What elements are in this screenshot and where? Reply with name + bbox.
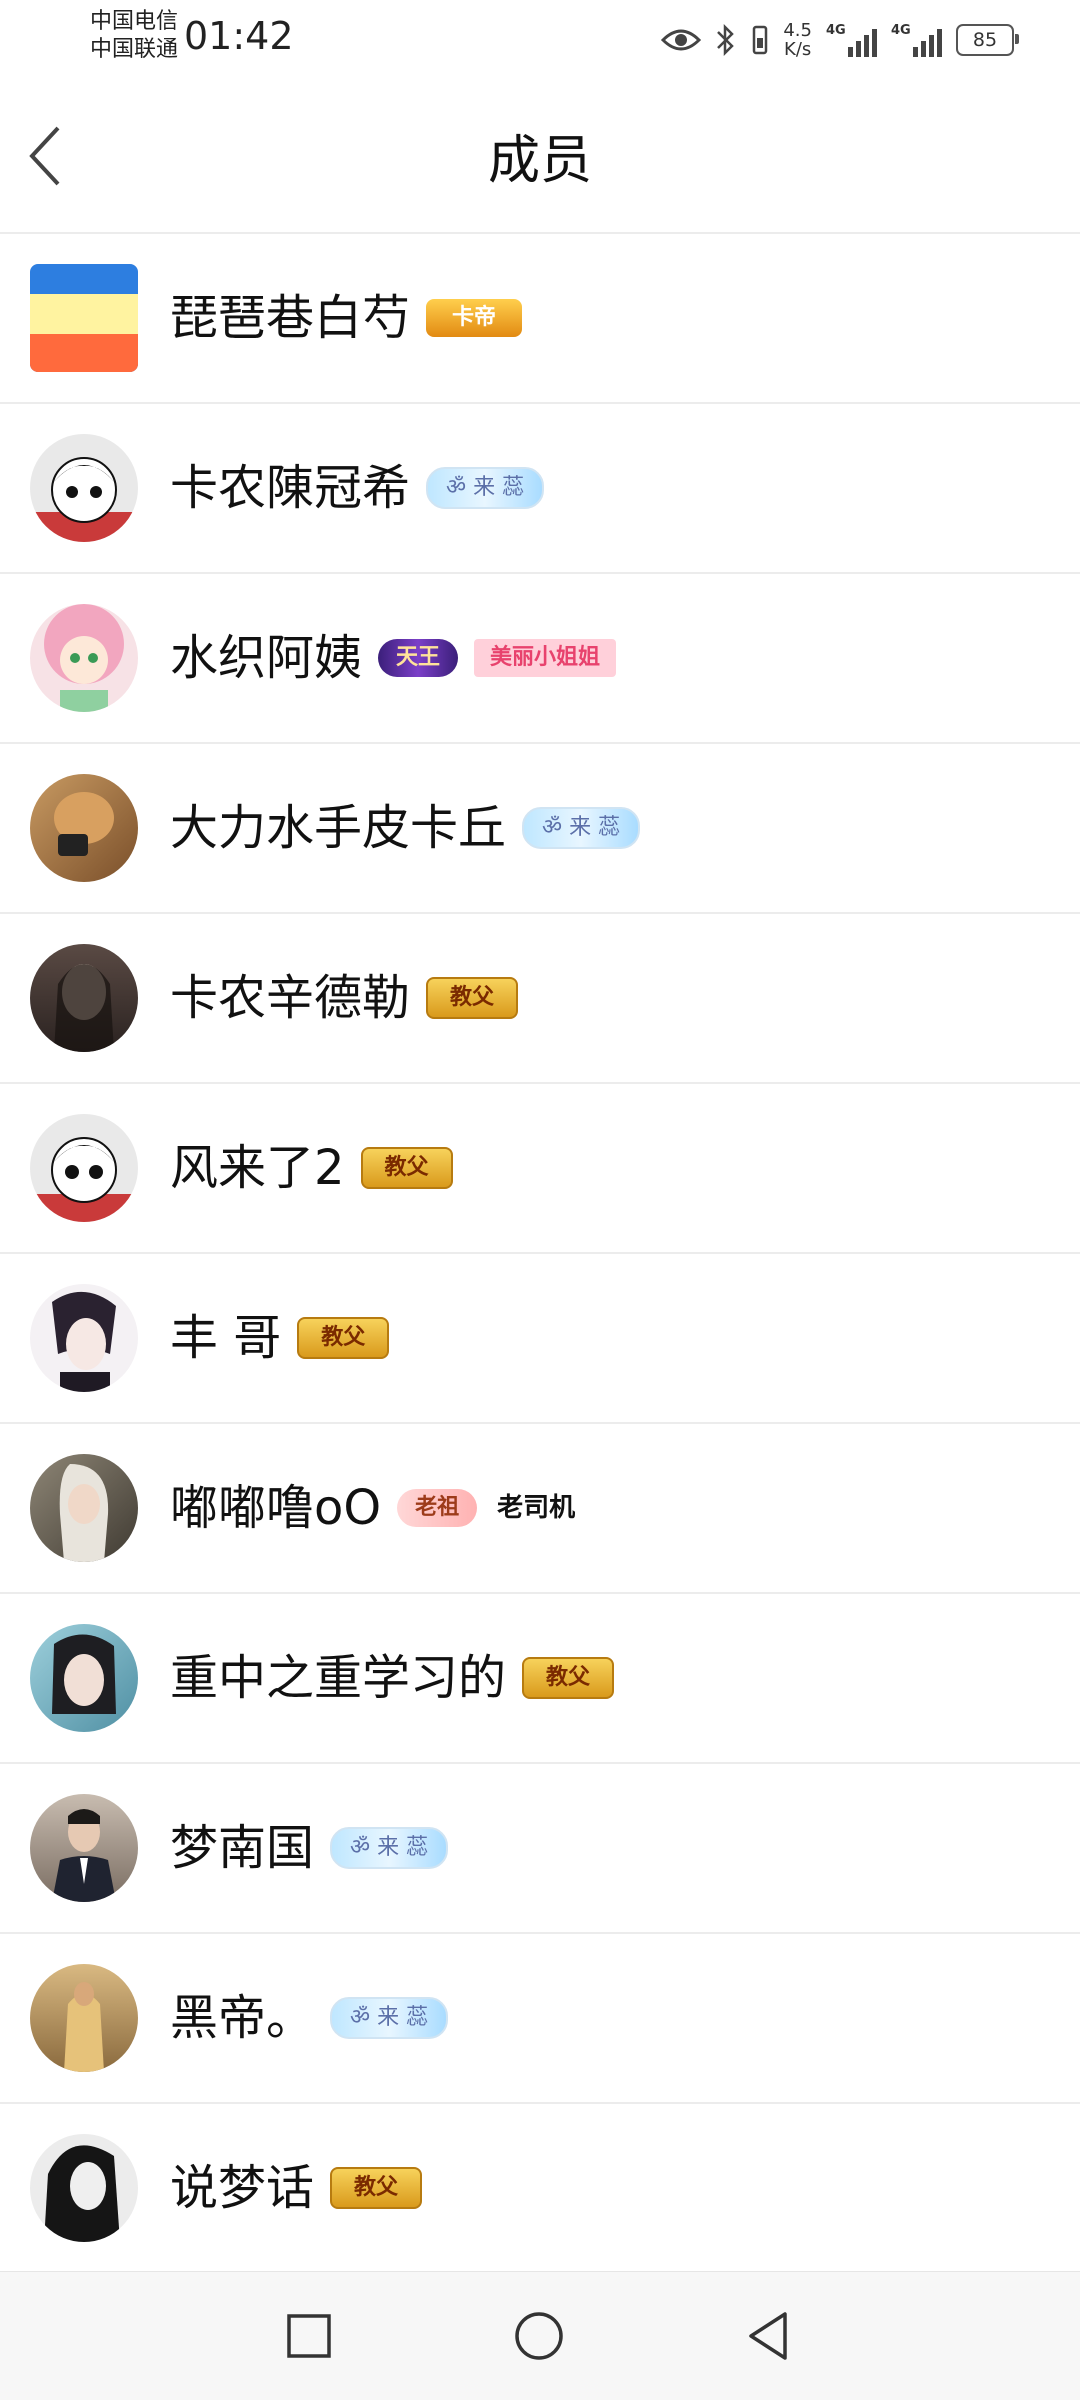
member-badge: ॐ 来 蕊 (522, 807, 641, 849)
member-name: 卡农辛德勒 (170, 970, 411, 1026)
clock: 01:42 (184, 14, 294, 58)
member-name: 梦南国 (170, 1820, 315, 1876)
member-row[interactable]: 大力水手皮卡丘 ॐ 来 蕊 (0, 744, 1080, 914)
member-name: 丰 哥 (170, 1310, 282, 1366)
carrier-1: 中国电信 (90, 9, 179, 34)
member-row[interactable]: 重中之重学习的 教父 (0, 1594, 1080, 1764)
carrier-2: 中国联通 (90, 37, 179, 62)
avatar (30, 774, 138, 882)
signal-1-label: 4G (826, 23, 846, 38)
member-name: 卡农陳冠希 (170, 460, 411, 516)
avatar (30, 1114, 138, 1222)
home-circle-icon[interactable] (509, 2306, 569, 2366)
bluetooth-icon (717, 23, 735, 57)
member-badge: 老司机 (497, 1493, 576, 1523)
member-row[interactable]: 琵琶巷白芍 卡帝 (0, 234, 1080, 404)
avatar (30, 264, 138, 372)
member-badge: 天王 (378, 639, 459, 677)
avatar (30, 1964, 138, 2072)
member-badge: 教父 (426, 977, 519, 1019)
avatar (30, 1454, 138, 1562)
avatar (30, 2134, 138, 2242)
member-badge: 老祖 (397, 1489, 478, 1527)
member-row[interactable]: 丰 哥 教父 (0, 1254, 1080, 1424)
status-icons: 4.5 K/s 4G 4G 85 (661, 12, 1019, 68)
avatar (30, 944, 138, 1052)
member-row[interactable]: 风来了2 教父 (0, 1084, 1080, 1254)
system-navigation-bar (0, 2271, 1080, 2400)
member-name: 琵琶巷白芍 (170, 290, 411, 346)
carrier-info: 中国电信 中国联通 (90, 8, 178, 64)
recent-apps-square-icon[interactable] (279, 2306, 339, 2366)
member-badge: 教父 (330, 2167, 423, 2209)
member-row[interactable]: 卡农陳冠希 ॐ 来 蕊 (0, 404, 1080, 574)
member-badge: 教父 (522, 1657, 615, 1699)
signal-2-label: 4G (891, 23, 911, 38)
member-badge: 卡帝 (426, 299, 523, 337)
member-row[interactable]: 卡农辛德勒 教父 (0, 914, 1080, 1084)
avatar (30, 1284, 138, 1392)
member-name: 嘟嘟噜oO (170, 1480, 382, 1536)
member-name: 重中之重学习的 (170, 1650, 507, 1706)
vibrate-icon (753, 25, 768, 55)
avatar (30, 434, 138, 542)
avatar (30, 604, 138, 712)
status-bar: 中国电信 中国联通 01:42 4.5 K/s 4G 4G 85 (0, 0, 1080, 80)
member-name: 黑帝。 (170, 1990, 315, 2046)
member-badge: 教父 (360, 1147, 453, 1189)
member-row[interactable]: 嘟嘟噜oO 老祖 老司机 (0, 1424, 1080, 1594)
signal-icon-2: 4G (891, 23, 942, 57)
member-badge: 美丽小姐姐 (474, 639, 617, 677)
network-speed-value: 4.5 (783, 20, 812, 41)
member-name: 风来了2 (170, 1140, 345, 1196)
avatar (30, 1624, 138, 1732)
member-name: 说梦话 (170, 2160, 315, 2216)
member-row[interactable]: 说梦话 教父 (0, 2104, 1080, 2274)
member-badge: ॐ 来 蕊 (330, 1997, 449, 2039)
member-badge: 教父 (297, 1317, 390, 1359)
member-row[interactable]: 水织阿姨 天王 美丽小姐姐 (0, 574, 1080, 744)
eye-icon (661, 29, 702, 51)
network-speed-unit: K/s (784, 39, 812, 60)
member-name: 大力水手皮卡丘 (170, 800, 507, 856)
member-row[interactable]: 黑帝。 ॐ 来 蕊 (0, 1934, 1080, 2104)
battery-icon: 85 (956, 24, 1019, 56)
back-triangle-icon[interactable] (739, 2306, 799, 2366)
page-title: 成员 (487, 131, 592, 191)
member-name: 水织阿姨 (170, 630, 363, 686)
member-badge: ॐ 来 蕊 (426, 467, 545, 509)
network-speed: 4.5 K/s (783, 21, 812, 59)
app-header: 成员 (0, 80, 1080, 234)
member-row[interactable]: 梦南国 ॐ 来 蕊 (0, 1764, 1080, 1934)
member-list: 琵琶巷白芍 卡帝 卡农陳冠希 ॐ 来 蕊 水织阿姨 天王 美丽小姐姐 大力水手皮… (0, 234, 1080, 2274)
signal-icon-1: 4G (826, 23, 877, 57)
avatar (30, 1794, 138, 1902)
member-badge: ॐ 来 蕊 (330, 1827, 449, 1869)
